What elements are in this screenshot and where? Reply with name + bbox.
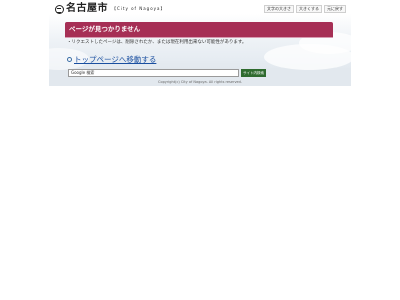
utility-nav: 文字の大きさ 大きくする 元に戻す	[264, 5, 346, 13]
page-frame: 名古屋市 【City of Nagoya】 文字の大きさ 大きくする 元に戻す …	[49, 0, 351, 86]
top-page-link[interactable]: トップページへ移動する	[74, 55, 156, 64]
logo-subtitle: 【City of Nagoya】	[112, 6, 166, 11]
top-link-row: トップページへ移動する	[67, 55, 156, 64]
error-message: ・リクエストしたページは、削除されたか、または現在利用出来ない可能性があります。	[67, 40, 247, 45]
site-search: サイト内検索	[68, 69, 266, 77]
text-size-label: 文字の大きさ	[264, 5, 294, 13]
logo-text: 名古屋市	[66, 3, 108, 14]
reset-text-button[interactable]: 元に戻す	[324, 5, 346, 13]
title-bar: ページが見つかりません	[65, 22, 333, 38]
page-title: ページが見つかりません	[69, 25, 141, 33]
search-input[interactable]	[68, 69, 239, 77]
copyright: Copyright(c) City of Nagoya. All rights …	[158, 80, 242, 84]
site-search-button[interactable]: サイト内検索	[241, 69, 266, 77]
city-emblem-icon	[55, 4, 64, 14]
circle-arrow-icon	[67, 57, 72, 62]
site-logo[interactable]: 名古屋市 【City of Nagoya】	[55, 3, 166, 15]
enlarge-text-button[interactable]: 大きくする	[296, 5, 322, 13]
